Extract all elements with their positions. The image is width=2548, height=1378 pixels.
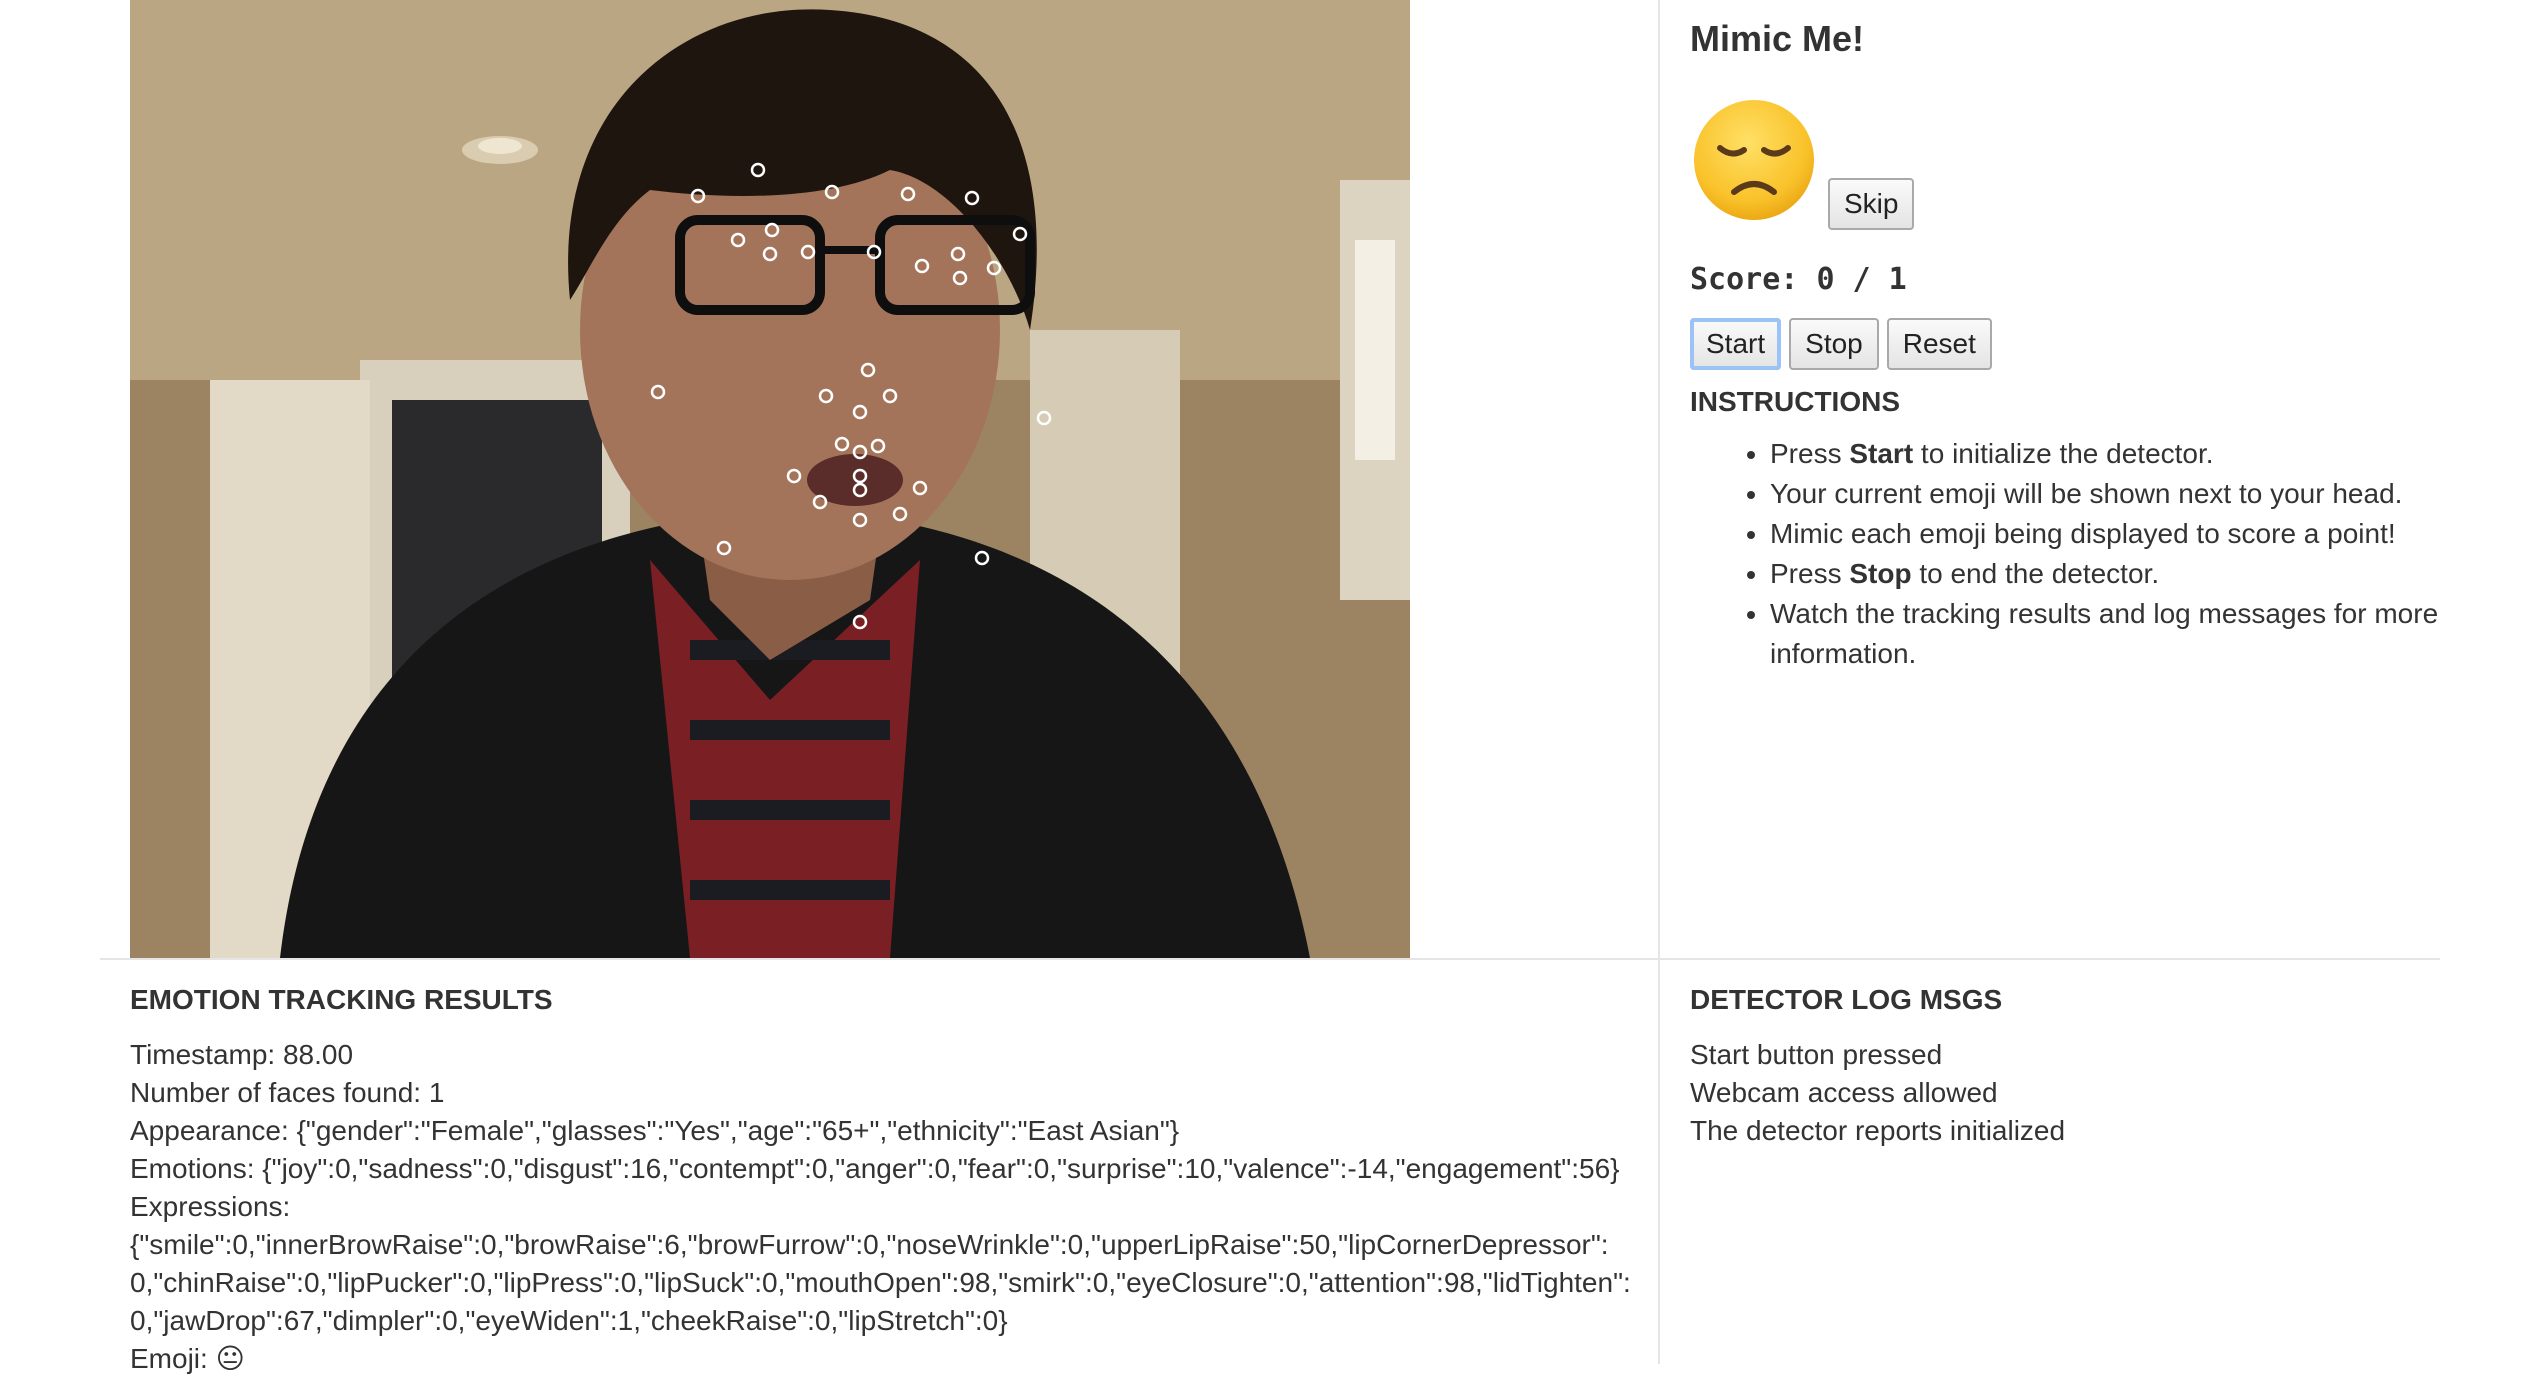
log-message: Webcam access allowed	[1690, 1077, 1998, 1108]
emotion-tracking-results: EMOTION TRACKING RESULTS Timestamp: 88.0…	[130, 982, 1640, 1378]
instruction-item: Press Stop to end the detector.	[1770, 554, 2450, 594]
score-display: Score: 0 / 1	[1690, 262, 1907, 297]
webcam-image	[130, 0, 1410, 958]
detector-controls: Start Stop Reset	[1690, 318, 1992, 370]
detector-log: DETECTOR LOG MSGS Start button pressed W…	[1690, 982, 2450, 1150]
instructions-list: Press Start to initialize the detector. …	[1690, 434, 2450, 674]
neutral-face-emoji-icon: 😐	[215, 1343, 245, 1374]
webcam-feed	[130, 0, 1410, 958]
skip-button[interactable]: Skip	[1828, 178, 1915, 230]
log-message: The detector reports initialized	[1690, 1115, 2066, 1146]
page-title: Mimic Me!	[1690, 18, 1865, 59]
emoji-line: Emoji: 😐	[130, 1340, 1640, 1378]
target-emoji	[1690, 96, 1818, 224]
score-label: Score:	[1690, 262, 1799, 297]
disappointed-face-emoji-icon	[1694, 100, 1814, 220]
appearance-line: Appearance: {"gender":"Female","glasses"…	[130, 1115, 1180, 1146]
timestamp-line: Timestamp: 88.00	[130, 1039, 354, 1070]
instruction-item: Mimic each emoji being displayed to scor…	[1770, 514, 2450, 554]
expressions-line: {"smile":0,"innerBrowRaise":0,"browRaise…	[130, 1229, 1631, 1336]
stop-button[interactable]: Stop	[1789, 318, 1879, 370]
reset-button[interactable]: Reset	[1886, 318, 1992, 370]
horizontal-divider	[100, 958, 2440, 960]
instructions-heading: INSTRUCTIONS	[1690, 386, 1900, 417]
instruction-item: Your current emoji will be shown next to…	[1770, 474, 2450, 514]
log-heading: DETECTOR LOG MSGS	[1690, 984, 2003, 1015]
score-value: 0 / 1	[1816, 262, 1907, 297]
vertical-divider	[1658, 0, 1660, 1364]
emoji-label: Emoji:	[130, 1343, 208, 1374]
emotions-line: Emotions: {"joy":0,"sadness":0,"disgust"…	[130, 1153, 1620, 1184]
log-message: Start button pressed	[1690, 1039, 1943, 1070]
expressions-label: Expressions:	[130, 1191, 291, 1222]
results-heading: EMOTION TRACKING RESULTS	[130, 984, 553, 1015]
faces-line: Number of faces found: 1	[130, 1077, 445, 1108]
instruction-item: Press Start to initialize the detector.	[1770, 434, 2450, 474]
instruction-item: Watch the tracking results and log messa…	[1770, 594, 2450, 674]
start-button[interactable]: Start	[1690, 318, 1782, 370]
